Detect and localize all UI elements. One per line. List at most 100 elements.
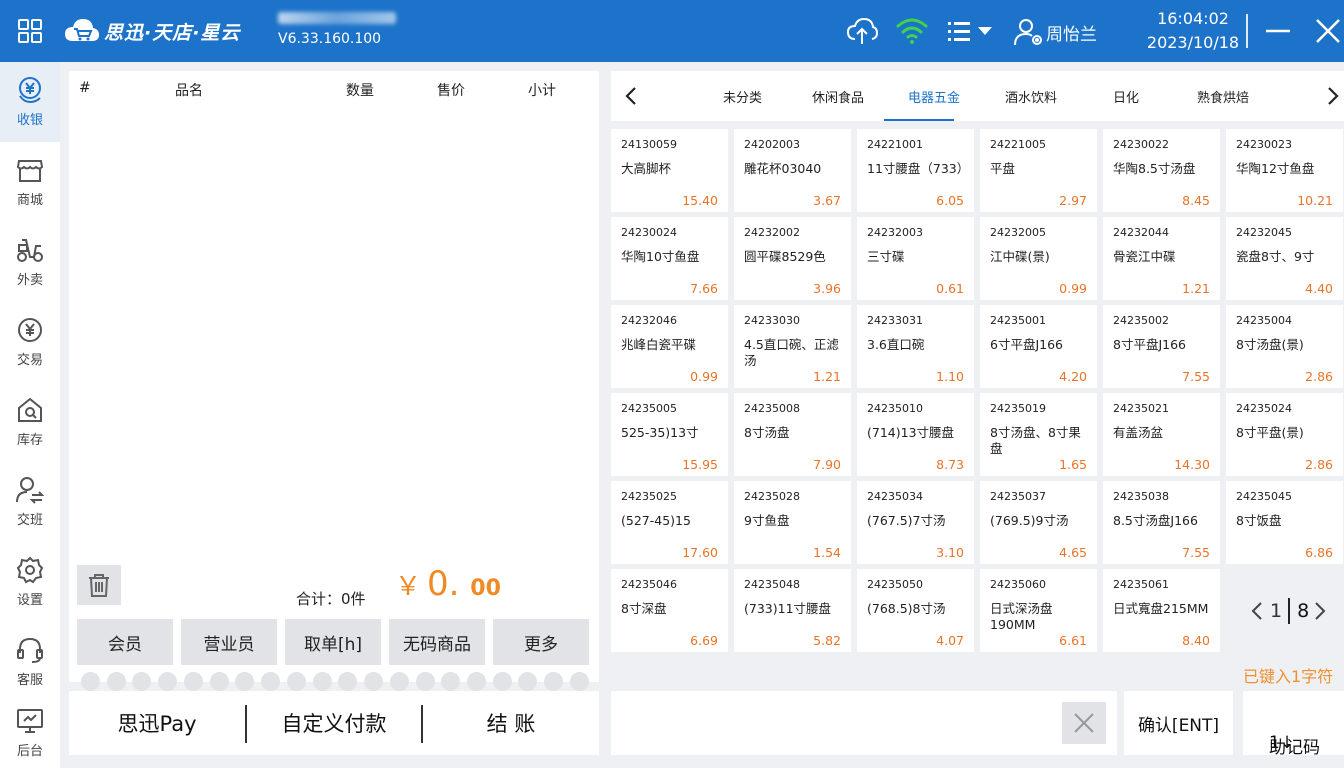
- product-card[interactable]: 24232046 兆峰白瓷平碟 0.99: [611, 305, 728, 388]
- product-name: 三寸碟: [867, 249, 905, 264]
- product-card[interactable]: 24235037 (769.5)9寸汤 4.65: [980, 481, 1097, 564]
- product-card[interactable]: 24235021 有盖汤盆 14.30: [1103, 393, 1220, 476]
- sidebar-item-label: 交易: [16, 353, 43, 368]
- tab-snacks[interactable]: 休闲食品: [812, 87, 864, 106]
- product-card[interactable]: 24221001 11寸腰盘（733） 6.05: [857, 129, 974, 212]
- product-card[interactable]: 24235046 8寸深盘 6.69: [611, 569, 728, 652]
- sidebar-item-cashier[interactable]: 收银: [0, 62, 60, 142]
- sidebar-item-shop[interactable]: 商城: [0, 142, 60, 222]
- product-card[interactable]: 24232044 骨瓷江中碟 1.21: [1103, 217, 1220, 300]
- custom-payment-button[interactable]: 自定义付款: [247, 691, 421, 755]
- sidebar-item-shift[interactable]: 交班: [0, 462, 60, 542]
- scooter-icon: [17, 239, 43, 262]
- product-card[interactable]: 24235010 (714)13寸腰盘 8.73: [857, 393, 974, 476]
- no-barcode-item-button[interactable]: 无码商品: [389, 619, 485, 665]
- sidebar-item-transactions[interactable]: 交易: [0, 302, 60, 382]
- minimize-icon[interactable]: [1264, 18, 1292, 44]
- product-card[interactable]: 24235002 8寸平盘J166 7.55: [1103, 305, 1220, 388]
- product-card[interactable]: 24235008 8寸汤盘 7.90: [734, 393, 851, 476]
- tab-hardware[interactable]: 电器五金: [908, 87, 960, 106]
- product-price: 3.10: [936, 545, 964, 560]
- sidebar-item-backend[interactable]: 后台: [0, 698, 60, 768]
- clear-cart-button[interactable]: [77, 565, 121, 605]
- column-name: 品名: [175, 83, 203, 99]
- sidebar-item-delivery[interactable]: 外卖: [0, 222, 60, 302]
- category-prev-icon[interactable]: [621, 85, 643, 107]
- product-card[interactable]: 24233031 3.6直口碗 1.10: [857, 305, 974, 388]
- product-price: 7.90: [813, 457, 841, 472]
- product-card[interactable]: 24235061 日式寬盘215MM 8.40: [1103, 569, 1220, 652]
- product-card[interactable]: 24235060 日式深汤盘190MM 6.61: [980, 569, 1097, 652]
- page-next-icon[interactable]: [1313, 600, 1327, 622]
- product-card[interactable]: 24235005 525-35)13寸 15.95: [611, 393, 728, 476]
- product-name: 4.5直口碗、正滤汤: [744, 337, 839, 368]
- product-card[interactable]: 24230022 华陶8.5寸汤盘 8.45: [1103, 129, 1220, 212]
- product-card[interactable]: 24235034 (767.5)7寸汤 3.10: [857, 481, 974, 564]
- brand-logo: 思迅·天店·星云: [64, 14, 240, 48]
- product-name: 兆峰白瓷平碟: [621, 337, 697, 352]
- product-card[interactable]: 24235024 8寸平盘(景) 2.86: [1226, 393, 1343, 476]
- product-card[interactable]: 24202003 雕花杯03040 3.67: [734, 129, 851, 212]
- clear-input-button[interactable]: [1062, 702, 1106, 744]
- product-price: 2.97: [1059, 193, 1087, 208]
- product-price: 1.21: [813, 369, 841, 384]
- product-name: 日式深汤盘190MM: [990, 601, 1053, 632]
- sidebar-item-settings[interactable]: 设置: [0, 542, 60, 622]
- sixun-pay-button[interactable]: 思迅Pay: [69, 691, 245, 755]
- product-card[interactable]: 24232005 江中碟(景) 0.99: [980, 217, 1097, 300]
- category-next-icon[interactable]: [1321, 85, 1343, 107]
- user-name[interactable]: 周怡兰: [1046, 20, 1097, 45]
- user-settings-icon[interactable]: [1014, 18, 1044, 46]
- product-card[interactable]: 24235038 8.5寸汤盘J166 7.55: [1103, 481, 1220, 564]
- product-code: 24235001: [990, 314, 1046, 327]
- column-quantity: 数量: [346, 83, 374, 99]
- product-code: 24235004: [1236, 314, 1292, 327]
- tab-uncategorized[interactable]: 未分类: [723, 87, 762, 106]
- page-prev-icon[interactable]: [1250, 600, 1264, 622]
- more-button[interactable]: 更多: [493, 619, 589, 665]
- product-card[interactable]: 24232045 瓷盘8寸、9寸 4.40: [1226, 217, 1343, 300]
- product-code: 24232002: [744, 226, 800, 239]
- product-card[interactable]: 24232002 圆平碟8529色 3.96: [734, 217, 851, 300]
- product-name: (733)11寸腰盘: [744, 601, 832, 616]
- product-card[interactable]: 24221005 平盘 2.97: [980, 129, 1097, 212]
- product-card[interactable]: 24235050 (768.5)8寸汤 4.07: [857, 569, 974, 652]
- salesperson-button[interactable]: 营业员: [181, 619, 277, 665]
- product-card[interactable]: 24230023 华陶12寸鱼盘 10.21: [1226, 129, 1343, 212]
- product-card[interactable]: 24235019 8寸汤盘、8寸果盘 1.65: [980, 393, 1097, 476]
- sidebar-item-support[interactable]: 客服: [0, 622, 60, 702]
- sidebar-item-label: 客服: [16, 673, 43, 688]
- app-grid-icon[interactable]: [18, 19, 42, 43]
- wifi-icon[interactable]: [896, 16, 928, 46]
- product-card[interactable]: 24235045 8寸饭盘 6.86: [1226, 481, 1343, 564]
- product-price: 10.21: [1297, 193, 1333, 208]
- menu-dropdown-icon[interactable]: [946, 16, 996, 46]
- close-icon[interactable]: [1314, 17, 1342, 45]
- tab-beverages[interactable]: 酒水饮料: [1005, 87, 1057, 106]
- product-card[interactable]: 24235028 9寸鱼盘 1.54: [734, 481, 851, 564]
- sidebar-item-inventory[interactable]: 库存: [0, 382, 60, 462]
- sidebar-item-label: 设置: [16, 593, 43, 608]
- product-card[interactable]: 24235048 (733)11寸腰盘 5.82: [734, 569, 851, 652]
- mnemonic-code-button[interactable]: 助记码 1↓: [1243, 691, 1344, 755]
- product-card[interactable]: 24230024 华陶10寸鱼盘 7.66: [611, 217, 728, 300]
- product-card[interactable]: 24235001 6寸平盘J166 4.20: [980, 305, 1097, 388]
- checkout-button[interactable]: 结 账: [423, 691, 599, 755]
- product-card[interactable]: 24233030 4.5直口碗、正滤汤 1.21: [734, 305, 851, 388]
- product-code: 24233030: [744, 314, 800, 327]
- product-card[interactable]: 24235004 8寸汤盘(景) 2.86: [1226, 305, 1343, 388]
- member-button[interactable]: 会员: [77, 619, 173, 665]
- product-card[interactable]: 24232003 三寸碟 0.61: [857, 217, 974, 300]
- tab-bakery[interactable]: 熟食烘焙: [1197, 87, 1249, 106]
- product-name: 8寸饭盘: [1236, 513, 1282, 528]
- product-code: 24235034: [867, 490, 923, 503]
- retrieve-order-button[interactable]: 取单[h]: [285, 619, 381, 665]
- product-card[interactable]: 24235025 (527-45)15 17.60: [611, 481, 728, 564]
- product-name: (768.5)8寸汤: [867, 601, 946, 616]
- cloud-sync-icon[interactable]: [846, 16, 878, 46]
- barcode-input[interactable]: [611, 691, 1117, 755]
- tab-daily-chemicals[interactable]: 日化: [1113, 87, 1139, 106]
- product-card[interactable]: 24130059 大高脚杯 15.40: [611, 129, 728, 212]
- confirm-button[interactable]: 确认[ENT]: [1124, 691, 1233, 755]
- product-code: 24232003: [867, 226, 923, 239]
